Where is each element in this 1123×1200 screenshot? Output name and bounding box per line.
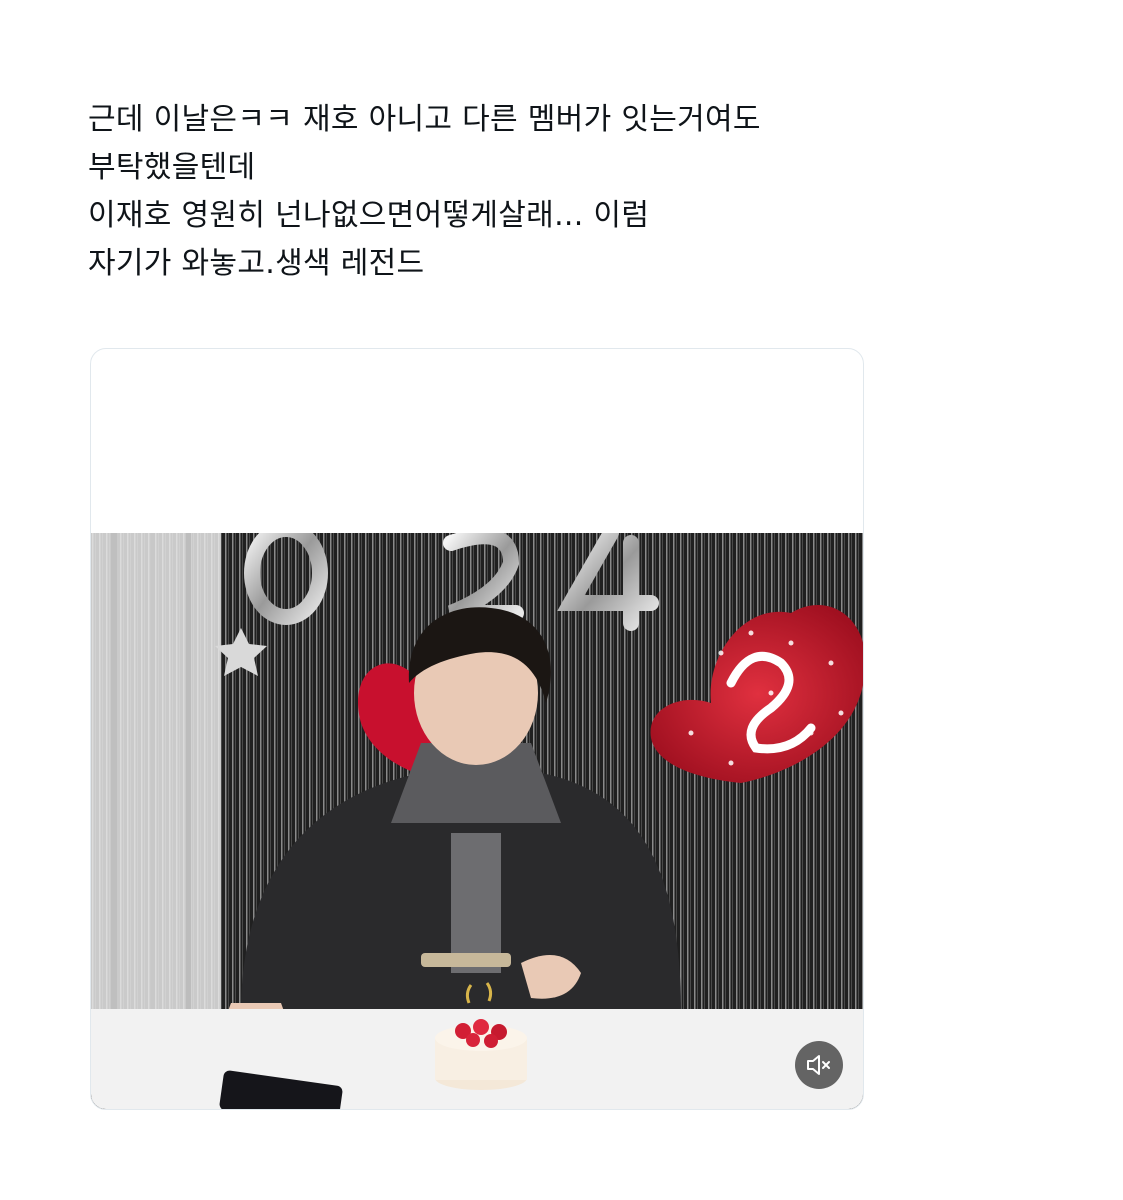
tweet-text: 근데 이날은ㅋㅋ 재호 아니고 다른 멤버가 잇는거여도 부탁했을텐데 이재호 …	[88, 96, 888, 288]
speaker-muted-icon	[807, 1055, 830, 1075]
video-player[interactable]	[91, 533, 863, 1109]
tweet-line: 자기가 와놓고.생색 레전드	[88, 246, 425, 281]
tweet-line: 이재호 영원히 넌나없으면어떻게살래... 이럼	[88, 198, 650, 233]
left-wall	[91, 533, 221, 1009]
video-frame-image	[91, 533, 863, 1109]
media-card[interactable]	[90, 348, 864, 1110]
tweet-body: 근데 이날은ㅋㅋ 재호 아니고 다른 멤버가 잇는거여도 부탁했을텐데 이재호 …	[88, 96, 888, 288]
mute-toggle-button[interactable]	[795, 1041, 843, 1089]
tweet-line: 근데 이날은ㅋㅋ 재호 아니고 다른 멤버가 잇는거여도	[88, 102, 761, 137]
tweet-line: 부탁했을텐데	[88, 150, 256, 185]
